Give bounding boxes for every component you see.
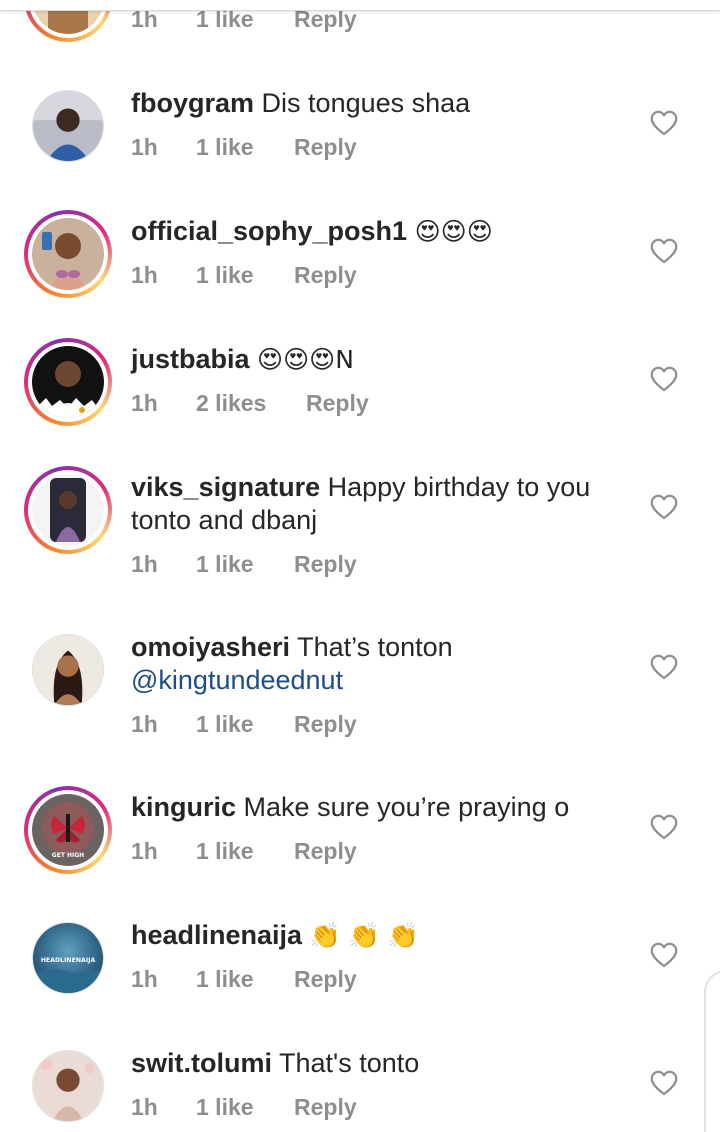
comment-username[interactable]: kinguric	[131, 792, 236, 822]
heart-outline-icon[interactable]	[650, 366, 678, 392]
like-count[interactable]: 1 like	[196, 551, 254, 578]
comment-username[interactable]: headlinenaija	[131, 920, 302, 950]
reply-button[interactable]: Reply	[294, 551, 357, 578]
avatar-label: HEADLINENAIJA	[41, 957, 96, 964]
comment-username[interactable]: justbabia	[131, 344, 250, 374]
avatar[interactable]	[24, 82, 112, 170]
comment-username[interactable]: official_sophy_posh1	[131, 216, 407, 246]
comment-time: 1h	[131, 262, 158, 288]
avatar[interactable]: GET HIGH	[24, 786, 112, 874]
side-panel-edge	[704, 970, 720, 1132]
comment-time: 1h	[131, 134, 158, 160]
comment-time: 1h	[131, 711, 158, 737]
mention-link[interactable]: @kingtundeednut	[131, 665, 343, 695]
like-count[interactable]: 1 like	[196, 966, 254, 993]
reply-button[interactable]: Reply	[294, 134, 357, 161]
avatar[interactable]	[24, 338, 112, 426]
comment-username[interactable]: swit.tolumi	[131, 1048, 272, 1078]
reply-button[interactable]: Reply	[294, 966, 357, 993]
comment-time: 1h	[131, 966, 158, 992]
reply-button[interactable]: Reply	[306, 390, 369, 417]
heart-outline-icon[interactable]	[650, 814, 678, 840]
comment-time: 1h	[131, 390, 158, 416]
like-count[interactable]: 2 likes	[196, 390, 266, 417]
like-count[interactable]: 1 like	[196, 1094, 254, 1121]
like-count[interactable]: 1 like	[196, 838, 254, 865]
like-count[interactable]: 1 like	[196, 134, 254, 161]
avatar[interactable]	[24, 210, 112, 298]
avatar[interactable]	[24, 626, 112, 714]
comment-username[interactable]: omoiyasheri	[131, 632, 290, 662]
heart-outline-icon[interactable]	[650, 494, 678, 520]
comment-text-continued: tonto and dbanj	[131, 505, 318, 535]
comment-text: Make sure you’re praying o	[243, 792, 570, 822]
comment-text: Dis tongues shaa	[261, 88, 471, 118]
heart-outline-icon[interactable]	[650, 942, 678, 968]
reply-button[interactable]: Reply	[294, 1094, 357, 1121]
heart-outline-icon[interactable]	[650, 1070, 678, 1096]
like-count[interactable]: 1 like	[196, 711, 254, 738]
comment-text: That’s tonton	[297, 632, 453, 662]
avatar-label: GET HIGH	[52, 852, 84, 859]
avatar[interactable]: HEADLINENAIJA	[24, 914, 112, 1002]
comment-text: Happy birthday to you	[327, 472, 591, 502]
comment-time: 1h	[131, 1094, 158, 1120]
heart-outline-icon[interactable]	[650, 238, 678, 264]
comment-username[interactable]: fboygram	[131, 88, 254, 118]
heart-outline-icon[interactable]	[650, 654, 678, 680]
reply-button[interactable]: Reply	[294, 262, 357, 289]
comment-text: 👏 👏 👏	[309, 921, 419, 950]
reply-button[interactable]: Reply	[294, 711, 357, 738]
comment-text: That's tonto	[279, 1048, 420, 1078]
comment-time: 1h	[131, 838, 158, 864]
comment-username[interactable]: viks_signature	[131, 472, 320, 502]
top-bar	[0, 0, 720, 11]
avatar[interactable]	[24, 1042, 112, 1130]
comment-time: 1h	[131, 551, 158, 577]
comment-text: 😍😍😍N	[257, 345, 354, 374]
heart-outline-icon[interactable]	[650, 110, 678, 136]
like-count[interactable]: 1 like	[196, 262, 254, 289]
avatar[interactable]	[24, 466, 112, 554]
comment-text: 😍😍😍	[414, 217, 493, 246]
reply-button[interactable]: Reply	[294, 838, 357, 865]
